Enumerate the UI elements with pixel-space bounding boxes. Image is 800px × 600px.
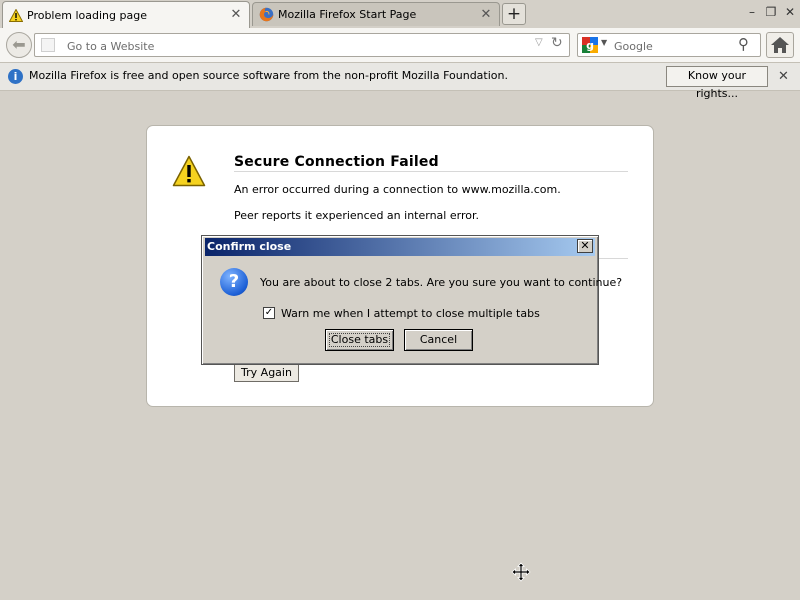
close-icon[interactable]: ✕ — [778, 69, 789, 84]
minimize-icon[interactable]: – — [744, 4, 760, 20]
tab-label: Mozilla Firefox Start Page — [278, 8, 417, 21]
confirm-close-dialog: Confirm close ✕ ? You are about to close… — [201, 235, 622, 365]
tab-label: Problem loading page — [27, 8, 147, 22]
tab-strip: Problem loading page ✕ Mozilla Firefox S… — [0, 0, 800, 28]
restore-icon[interactable]: ❐ — [763, 4, 779, 20]
warning-icon — [172, 155, 206, 187]
search-bar[interactable]: g ▼ ⚲ — [577, 33, 761, 57]
dialog-titlebar[interactable]: Confirm close ✕ — [205, 238, 595, 256]
close-icon[interactable]: ✕ — [577, 239, 593, 253]
dialog-title: Confirm close — [207, 240, 292, 253]
close-tab-icon[interactable]: ✕ — [479, 7, 493, 22]
info-icon: i — [8, 69, 23, 84]
checkbox-label[interactable]: Warn me when I attempt to close multiple… — [281, 307, 540, 320]
error-message: An error occurred during a connection to… — [234, 183, 561, 196]
error-detail: Peer reports it experienced an internal … — [234, 209, 479, 222]
notification-text: Mozilla Firefox is free and open source … — [29, 69, 508, 82]
divider — [234, 171, 628, 172]
firefox-icon — [259, 7, 274, 22]
dialog-message: You are about to close 2 tabs. Are you s… — [260, 276, 623, 289]
navigation-toolbar: ⬅ ▽ ↻ g ▼ ⚲ — [0, 28, 800, 63]
chevron-down-icon[interactable]: ▼ — [601, 38, 607, 47]
close-window-icon[interactable]: ✕ — [782, 4, 798, 20]
url-input[interactable] — [65, 36, 529, 56]
dropdown-arrow-icon[interactable]: ▽ — [535, 37, 543, 48]
svg-text:g: g — [586, 39, 594, 52]
tab-firefox-start-page[interactable]: Mozilla Firefox Start Page ✕ — [252, 2, 500, 26]
close-tabs-button[interactable]: Close tabs — [325, 329, 394, 351]
search-icon[interactable]: ⚲ — [738, 35, 749, 53]
error-title: Secure Connection Failed — [234, 154, 439, 170]
back-button[interactable]: ⬅ — [6, 32, 32, 58]
tab-problem-loading-page[interactable]: Problem loading page ✕ — [2, 1, 250, 28]
new-tab-button[interactable]: + — [502, 3, 526, 25]
google-icon[interactable]: g — [582, 37, 598, 53]
search-input[interactable] — [612, 36, 736, 56]
question-icon: ? — [220, 268, 248, 296]
back-arrow-icon: ⬅ — [12, 35, 26, 54]
notification-bar: i Mozilla Firefox is free and open sourc… — [0, 63, 800, 100]
know-your-rights-button[interactable]: Know your rights... — [666, 66, 768, 100]
close-tab-icon[interactable]: ✕ — [229, 8, 243, 22]
try-again-button[interactable]: Try Again — [234, 363, 299, 382]
cancel-button[interactable]: Cancel — [404, 329, 473, 351]
warn-multiple-tabs-checkbox[interactable]: ✓ — [263, 307, 275, 319]
url-bar[interactable]: ▽ ↻ — [34, 33, 570, 57]
page-favicon-icon — [41, 38, 55, 52]
warning-icon — [9, 8, 23, 22]
home-icon — [771, 37, 789, 53]
home-button[interactable] — [766, 32, 794, 58]
move-cursor-icon — [511, 562, 531, 582]
reload-icon[interactable]: ↻ — [551, 35, 563, 51]
